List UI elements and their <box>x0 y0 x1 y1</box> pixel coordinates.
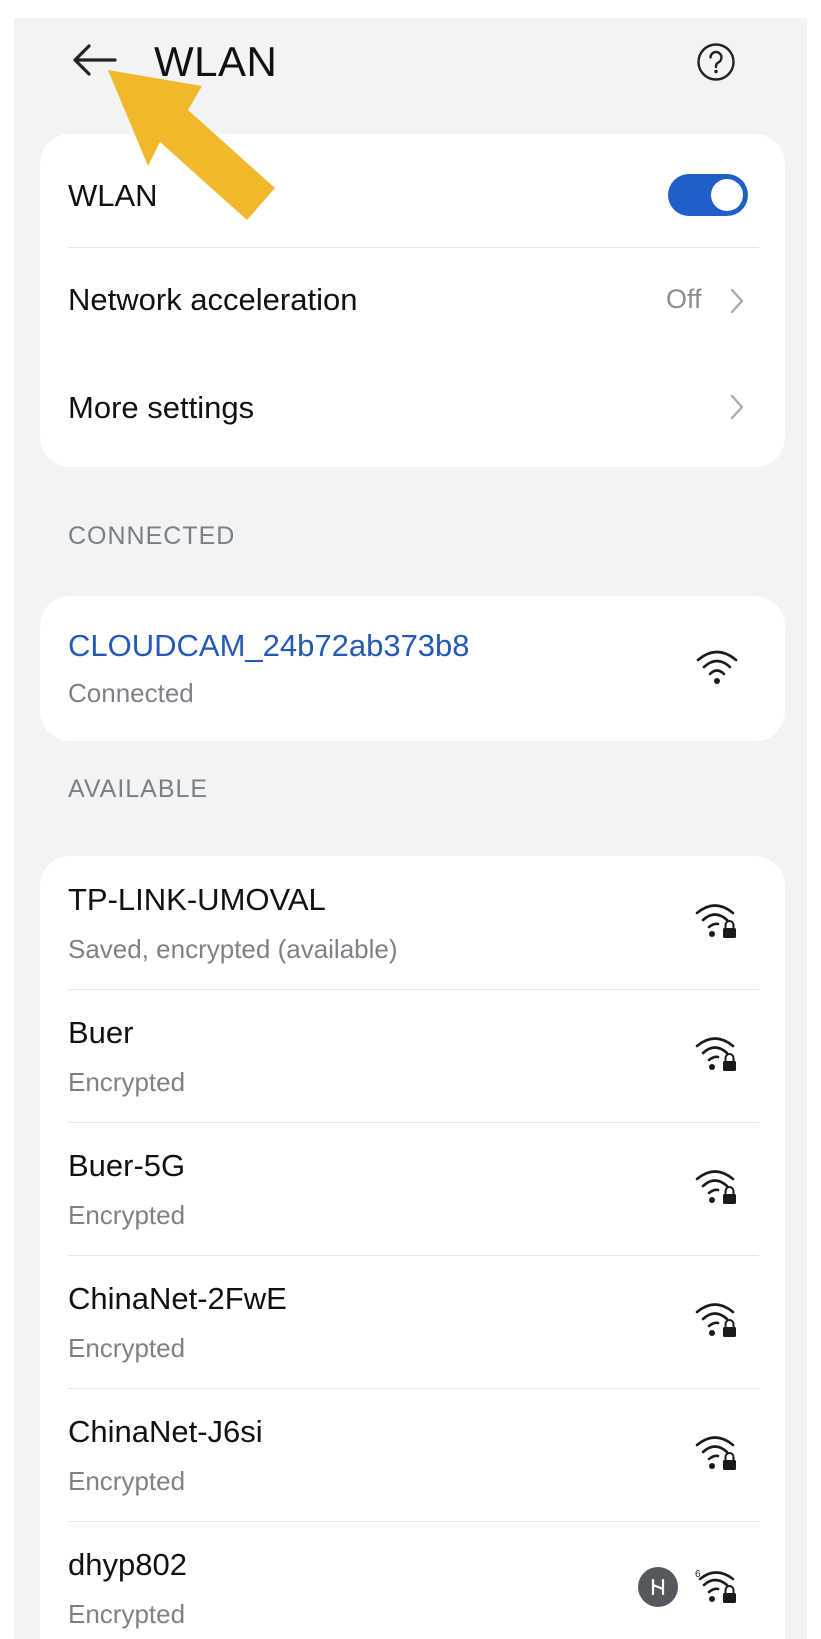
network-status: Encrypted <box>68 1200 186 1230</box>
network-status: Encrypted <box>68 1599 186 1629</box>
network-status: Encrypted <box>68 1466 186 1496</box>
wifi-locked-icon <box>695 904 736 938</box>
network-row[interactable]: TP-LINK-UMOVAL Saved, encrypted (availab… <box>40 856 785 989</box>
wifi-locked-icon <box>695 1303 736 1337</box>
network-name: Buer <box>68 1015 134 1050</box>
available-section-label: AVAILABLE <box>68 775 209 803</box>
chevron-right-icon <box>730 288 744 314</box>
more-settings-label: More settings <box>68 390 255 425</box>
wifi-signal-icon <box>696 650 738 684</box>
network-row[interactable]: dhyp802 Encrypted 6 <box>40 1521 785 1639</box>
network-name: dhyp802 <box>68 1547 187 1582</box>
network-status: Encrypted <box>68 1333 186 1363</box>
network-status: Saved, encrypted (available) <box>68 934 398 964</box>
network-row[interactable]: ChinaNet-2FwE Encrypted <box>40 1255 785 1388</box>
network-name: TP-LINK-UMOVAL <box>68 882 326 917</box>
network-app-badge-icon <box>638 1567 678 1607</box>
wifi-locked-icon <box>695 1037 736 1071</box>
connected-card: CLOUDCAM_24b72ab373b8 Connected <box>40 596 785 741</box>
settings-card: WLAN Network acceleration Off More setti… <box>40 134 785 467</box>
wifi-locked-icon <box>695 1170 736 1204</box>
wifi-locked-icon <box>695 1436 736 1470</box>
help-icon[interactable] <box>694 40 738 84</box>
network-acceleration-value: Off <box>666 284 702 314</box>
more-settings-row[interactable]: More settings <box>40 356 785 467</box>
network-row[interactable]: Buer Encrypted <box>40 989 785 1122</box>
network-row[interactable]: ChinaNet-J6si Encrypted <box>40 1388 785 1521</box>
wifi6-locked-icon: 6 <box>695 1569 736 1603</box>
connected-network-row[interactable]: CLOUDCAM_24b72ab373b8 Connected <box>40 596 785 741</box>
wlan-toggle-row[interactable]: WLAN <box>40 134 785 248</box>
back-arrow-icon[interactable] <box>66 36 122 84</box>
connected-network-name: CLOUDCAM_24b72ab373b8 <box>68 628 470 663</box>
connected-network-status: Connected <box>68 678 194 708</box>
network-name: ChinaNet-2FwE <box>68 1281 287 1316</box>
network-acceleration-label: Network acceleration <box>68 282 358 317</box>
network-name: ChinaNet-J6si <box>68 1414 263 1449</box>
toggle-knob <box>711 179 743 211</box>
connected-section-label: CONNECTED <box>68 522 236 550</box>
page-title: WLAN <box>154 38 278 85</box>
wlan-settings-screen: WLAN WLAN Network acceleration Off More … <box>14 18 807 1639</box>
network-row[interactable]: Buer-5G Encrypted <box>40 1122 785 1255</box>
wlan-label: WLAN <box>68 178 158 213</box>
app-bar: WLAN <box>14 18 807 118</box>
wlan-toggle-switch[interactable] <box>668 174 748 216</box>
available-networks-card: TP-LINK-UMOVAL Saved, encrypted (availab… <box>40 856 785 1639</box>
network-status: Encrypted <box>68 1067 186 1097</box>
chevron-right-icon <box>730 394 744 420</box>
network-name: Buer-5G <box>68 1148 186 1183</box>
network-acceleration-row[interactable]: Network acceleration Off <box>40 248 785 356</box>
